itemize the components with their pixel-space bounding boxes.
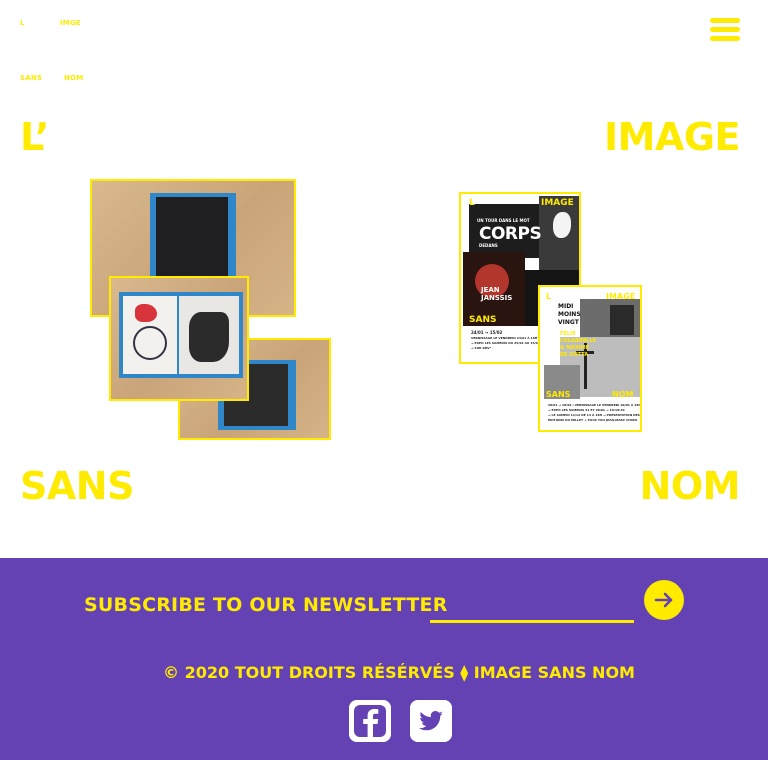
- logo-word-image[interactable]: IMGE: [60, 19, 81, 27]
- exhibition-poster-midi-moins-vingt[interactable]: L IMAGE MIDI MOINS VINGT FÉLIX COLARDELL…: [538, 285, 642, 432]
- hero-word-nom: NOM: [639, 464, 741, 508]
- poster-2-line-4: ÉDITIONS DU MILLET + PUCK YOU JEAN-MARC …: [548, 418, 638, 422]
- poster-2-corner-right: IMAGE: [606, 292, 636, 301]
- logo-word-nom[interactable]: NOM: [64, 74, 83, 82]
- facebook-icon: [349, 700, 391, 742]
- poster-1-title: CORPS: [479, 224, 542, 244]
- logo-word-sans[interactable]: SANS: [20, 74, 42, 82]
- poster-1-line-1: VERNISSAGE LE VENDREDI 24/01 À 18H: [471, 336, 538, 340]
- poster-1-artist-label: DEDANS: [479, 243, 498, 248]
- twitter-link[interactable]: [410, 700, 452, 742]
- poster-2-line-1: 20/01 → 18/02 / VERNISSAGE LE VENDREDI 2…: [548, 403, 641, 407]
- poster-1-corner-right: IMAGE: [541, 198, 574, 208]
- hamburger-menu-icon[interactable]: [710, 18, 740, 42]
- newsletter-email-input[interactable]: [430, 598, 634, 623]
- poster-2-footer-left: SANS: [546, 390, 571, 399]
- logo-letter-l[interactable]: L: [20, 19, 25, 27]
- poster-2-artist: FÉLIX COLARDELLE & MAXIME DE GOTTA: [560, 331, 597, 358]
- hero-word-image: IMAGE: [603, 115, 741, 159]
- poster-1-footer-word: SANS: [469, 315, 497, 325]
- poster-1-line-3: → SUR RDV*: [471, 346, 492, 350]
- twitter-icon: [410, 700, 452, 742]
- poster-1-dates: 24/01 → 15/02: [471, 330, 503, 335]
- poster-2-corner-left: L: [546, 292, 552, 301]
- poster-2-line-2: → EXPO LES SAMEDIS 21 ET 28/01 → 10:19:3…: [548, 408, 625, 412]
- copyright-text: © 2020 TOUT DROITS RÉSÉRVÉS ⧫ IMAGE SANS…: [163, 663, 635, 682]
- hero-word-sans: SANS: [20, 464, 134, 508]
- poster-2-title: MIDI MOINS VINGT: [558, 303, 581, 326]
- hero-word-l: L’: [20, 115, 49, 159]
- poster-2-footer-right: NOM: [612, 390, 634, 399]
- facebook-link[interactable]: [349, 700, 391, 742]
- poster-2-line-3: → LE SAMEDI 11/12 DE 14 À 18H → PRÉSENTA…: [548, 413, 640, 417]
- poster-1-artist: JEAN JANSSIS: [481, 286, 513, 302]
- artwork-photo-2[interactable]: [109, 276, 249, 401]
- newsletter-submit-button[interactable]: [644, 580, 684, 620]
- newsletter-label: SUBSCRIBE TO OUR NEWSLETTER: [84, 594, 448, 616]
- arrow-right-icon: [654, 592, 673, 608]
- poster-1-line-2: → EXPO LES SAMEDIS DU 25/01 AU 15/02: [471, 341, 540, 345]
- poster-1-subtitle: UN TOUR DANS LE MOT: [477, 218, 530, 223]
- poster-1-corner-left: L: [469, 198, 475, 208]
